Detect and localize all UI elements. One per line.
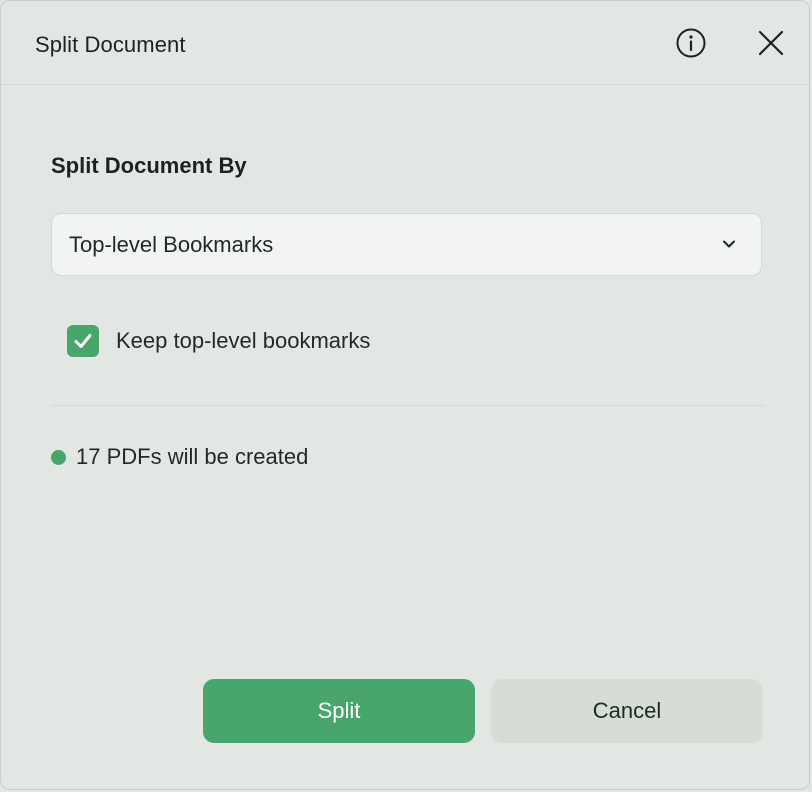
split-by-label: Split Document By <box>51 153 247 178</box>
status-dot-icon <box>51 449 66 465</box>
keep-bookmarks-label: Keep top-level bookmarks <box>116 328 371 353</box>
status-text: 17 PDFs will be created <box>76 444 309 469</box>
keep-bookmarks-checkbox[interactable] <box>67 325 99 357</box>
close-icon <box>758 30 784 56</box>
cancel-button[interactable]: Cancel <box>491 679 763 743</box>
split-by-selected-value: Top-level Bookmarks <box>69 232 274 257</box>
split-button[interactable]: Split <box>203 679 475 743</box>
chevron-down-icon <box>723 240 735 248</box>
info-icon <box>676 28 706 58</box>
split-document-dialog: Split Document Split Document By Top-lev… <box>0 0 810 790</box>
divider <box>51 405 765 406</box>
keep-bookmarks-option[interactable]: Keep top-level bookmarks <box>67 324 370 358</box>
dialog-titlebar: Split Document <box>1 1 809 85</box>
info-button[interactable] <box>673 25 709 61</box>
close-button[interactable] <box>753 25 789 61</box>
status-message: 17 PDFs will be created <box>51 443 308 471</box>
split-by-dropdown[interactable]: Top-level Bookmarks <box>51 213 762 276</box>
dialog-title: Split Document <box>35 32 186 57</box>
checkmark-icon <box>74 334 92 348</box>
